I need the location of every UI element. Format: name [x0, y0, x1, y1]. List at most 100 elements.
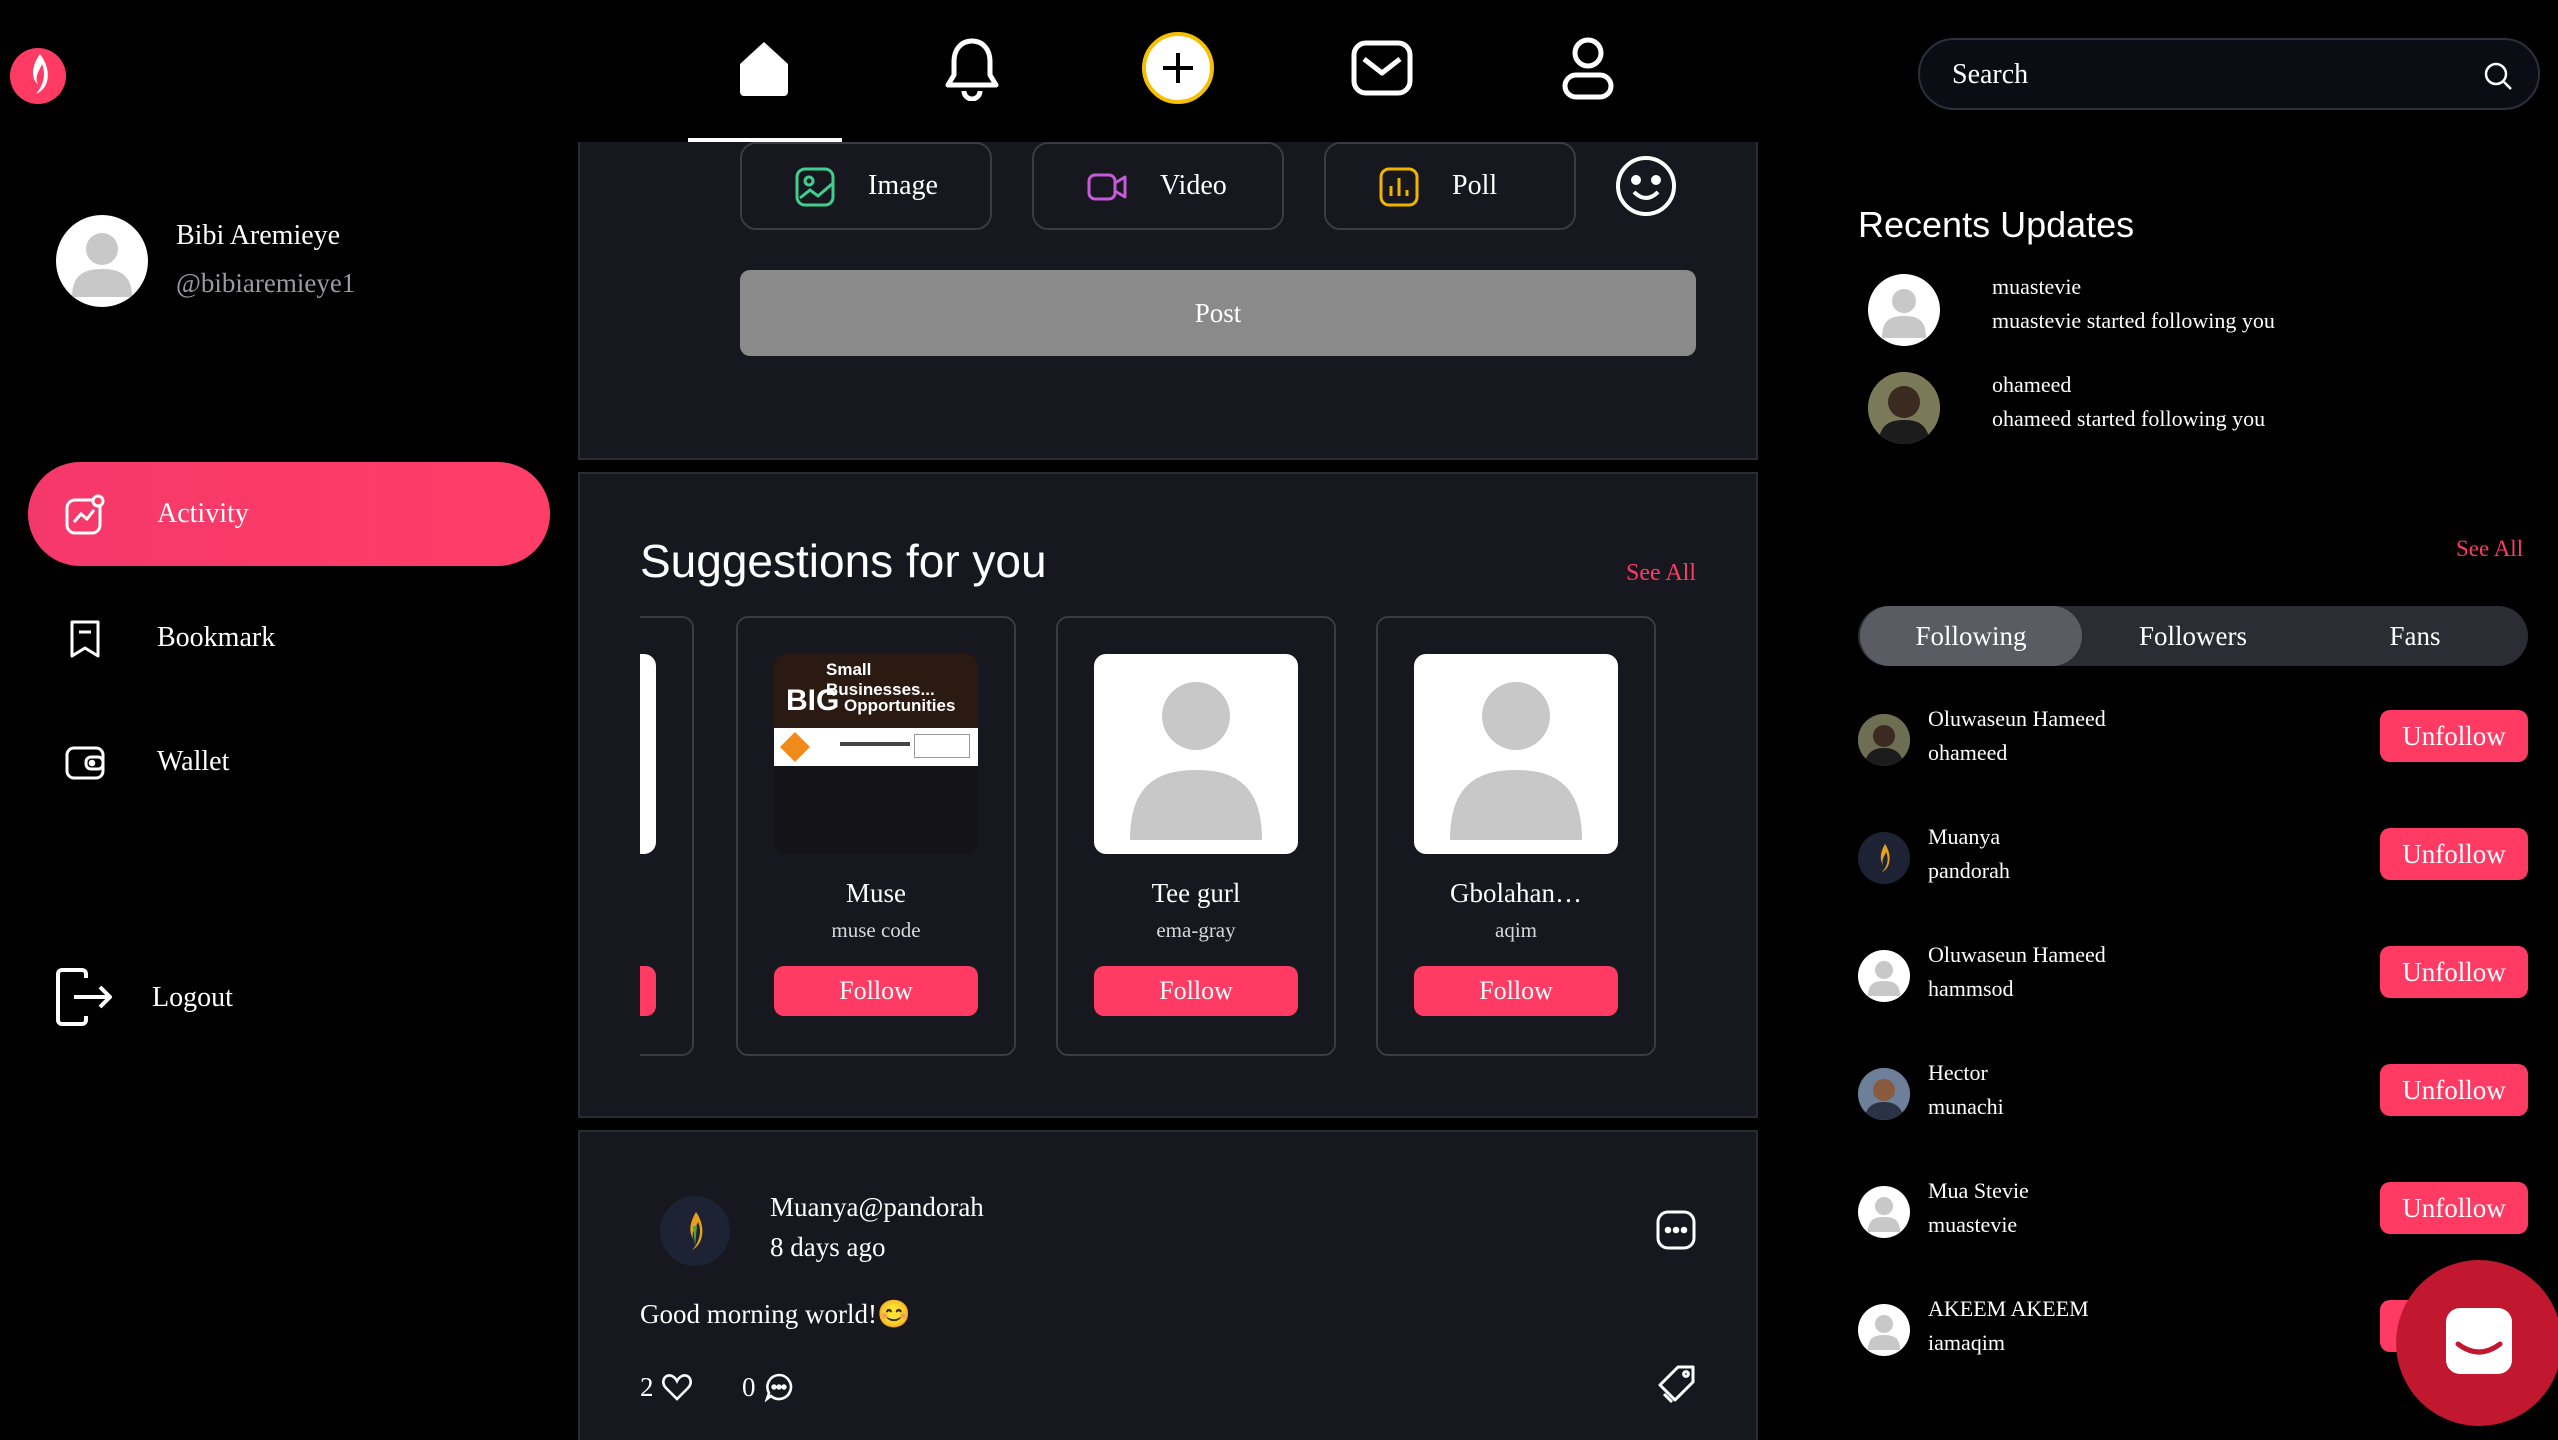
- banner-caption: Small Businesses...: [826, 660, 935, 699]
- following-avatar[interactable]: [1858, 1186, 1910, 1238]
- logout-icon: [56, 968, 112, 1026]
- attach-video-label: Video: [1160, 170, 1227, 201]
- video-icon: [1087, 173, 1127, 201]
- suggestion-card[interactable]: Tee gurl ema-gray Follow: [1056, 616, 1336, 1056]
- update-username: ohameed: [1992, 372, 2072, 397]
- post-body-text: Good morning world!😊: [640, 1299, 911, 1329]
- update-text: muastevie started following you: [1992, 308, 2275, 333]
- tab-fans[interactable]: Fans: [2304, 606, 2526, 666]
- sidebar-item-label: Bookmark: [157, 622, 276, 653]
- comment-count: 0: [742, 1371, 756, 1402]
- following-name[interactable]: Muanya: [1928, 824, 2000, 850]
- suggestion-card[interactable]: Gbolahan… aqim Follow: [1376, 616, 1656, 1056]
- sidebar-item-bookmark[interactable]: Bookmark: [28, 586, 550, 690]
- nav-bell-icon[interactable]: [932, 28, 1012, 108]
- following-name[interactable]: Hector: [1928, 1060, 1988, 1086]
- emoji-picker-icon[interactable]: [1614, 154, 1678, 218]
- sidebar-item-label: Wallet: [157, 746, 230, 777]
- following-name[interactable]: Oluwaseun Hameed: [1928, 706, 2106, 732]
- attach-image-button[interactable]: Image: [740, 142, 992, 230]
- logout-label: Logout: [152, 982, 233, 1013]
- follow-button[interactable]: Follow: [1414, 966, 1618, 1016]
- post-button[interactable]: Post: [740, 270, 1696, 356]
- banner-headline: BIG: [786, 684, 840, 717]
- tag-icon[interactable]: [1658, 1364, 1696, 1404]
- logout-button[interactable]: Logout: [52, 966, 452, 1036]
- sidebar-item-wallet[interactable]: Wallet: [28, 710, 550, 814]
- suggestions-title: Suggestions for you: [640, 535, 1047, 587]
- badge-icon: [780, 732, 810, 762]
- search-input[interactable]: [1952, 52, 2452, 98]
- comment-icon: [764, 1373, 792, 1402]
- nav-home-icon[interactable]: [724, 28, 804, 108]
- following-row: Muanya pandorah Unfollow: [1858, 824, 2528, 894]
- unfollow-button[interactable]: Unfollow: [2380, 946, 2528, 998]
- following-username: iamaqim: [1928, 1330, 2005, 1355]
- recents-see-all-link[interactable]: See All: [2456, 536, 2523, 562]
- suggestion-handle: muse code: [831, 918, 921, 942]
- post-like-button[interactable]: 2: [640, 1370, 692, 1404]
- suggestions-see-all-link[interactable]: See All: [1626, 560, 1696, 587]
- suggestion-card-partial[interactable]: .: [640, 616, 694, 1056]
- following-avatar[interactable]: [1858, 950, 1910, 1002]
- following-name[interactable]: Mua Stevie: [1928, 1178, 2029, 1204]
- unfollow-button[interactable]: Unfollow: [2380, 1064, 2528, 1116]
- following-avatar[interactable]: [1858, 1304, 1910, 1356]
- unfollow-button[interactable]: Unfollow: [2380, 710, 2528, 762]
- banner-headline-rest: Opportunities: [844, 696, 956, 715]
- post-timestamp: 8 days ago: [770, 1232, 886, 1262]
- profile-name: Bibi Aremieye: [176, 220, 341, 251]
- chat-icon: [2446, 1308, 2512, 1374]
- tab-following[interactable]: Following: [1860, 606, 2082, 666]
- nav-profile-user-icon[interactable]: [1548, 28, 1628, 108]
- following-username: ohameed: [1928, 740, 2008, 765]
- unfollow-button[interactable]: Unfollow: [2380, 1182, 2528, 1234]
- following-row: Mua Stevie muastevie Unfollow: [1858, 1178, 2528, 1248]
- banner-footer: [774, 728, 978, 766]
- post-author-avatar[interactable]: [660, 1196, 730, 1266]
- activity-icon: [65, 494, 105, 535]
- sidebar-item-activity[interactable]: Activity: [28, 462, 550, 566]
- suggestion-name: Muse: [846, 878, 906, 908]
- image-icon: [795, 167, 835, 207]
- post-more-options-icon[interactable]: [1656, 1210, 1696, 1250]
- post-comment-button[interactable]: 0: [742, 1370, 794, 1404]
- suggestions-carousel[interactable]: . Small Businesses... BIG Opportunities …: [640, 616, 1700, 1056]
- unfollow-button[interactable]: Unfollow: [2380, 828, 2528, 880]
- suggestion-name: Tee gurl: [1151, 878, 1241, 908]
- attach-video-button[interactable]: Video: [1032, 142, 1284, 230]
- following-avatar-photo[interactable]: [1858, 1068, 1910, 1120]
- search-bar[interactable]: [1918, 38, 2540, 110]
- suggestion-handle: ema-gray: [1156, 918, 1236, 942]
- following-avatar-photo[interactable]: [1858, 714, 1910, 766]
- suggestion-handle: aqim: [1495, 918, 1537, 942]
- follow-button[interactable]: [640, 966, 656, 1016]
- following-name[interactable]: AKEEM AKEEM: [1928, 1296, 2089, 1322]
- post-author-name[interactable]: Muanya@pandorah: [770, 1192, 984, 1223]
- business-banner-image: Small Businesses... BIG Opportunities: [774, 654, 978, 766]
- poll-icon: [1379, 167, 1419, 207]
- chat-support-launcher[interactable]: [2396, 1260, 2558, 1426]
- suggestion-name: Gbolahan…: [1450, 878, 1582, 908]
- following-username: hammsod: [1928, 976, 2014, 1001]
- suggestion-avatar: Small Businesses... BIG Opportunities: [774, 654, 978, 854]
- follow-button[interactable]: Follow: [1094, 966, 1298, 1016]
- brand-logo[interactable]: [8, 40, 68, 108]
- attach-poll-button[interactable]: Poll: [1324, 142, 1576, 230]
- update-username: muastevie: [1992, 274, 2082, 299]
- update-text: ohameed started following you: [1992, 406, 2266, 431]
- nav-create-plus-icon[interactable]: [1138, 28, 1218, 108]
- nav-mail-icon[interactable]: [1342, 28, 1422, 108]
- follow-button[interactable]: Follow: [774, 966, 978, 1016]
- attach-poll-label: Poll: [1452, 170, 1498, 201]
- following-avatar-logo[interactable]: [1858, 832, 1910, 884]
- following-name[interactable]: Oluwaseun Hameed: [1928, 942, 2106, 968]
- suggestion-card[interactable]: Small Businesses... BIG Opportunities Mu…: [736, 616, 1016, 1056]
- sidebar-item-label: Activity: [157, 498, 249, 529]
- recent-update-item[interactable]: ohameed ohameed started following you: [1868, 372, 2508, 452]
- search-icon[interactable]: [2482, 60, 2514, 92]
- recent-update-item[interactable]: muastevie muastevie started following yo…: [1868, 274, 2508, 354]
- wallet-icon: [65, 746, 105, 780]
- profile-avatar[interactable]: [56, 215, 148, 307]
- tab-followers[interactable]: Followers: [2082, 606, 2304, 666]
